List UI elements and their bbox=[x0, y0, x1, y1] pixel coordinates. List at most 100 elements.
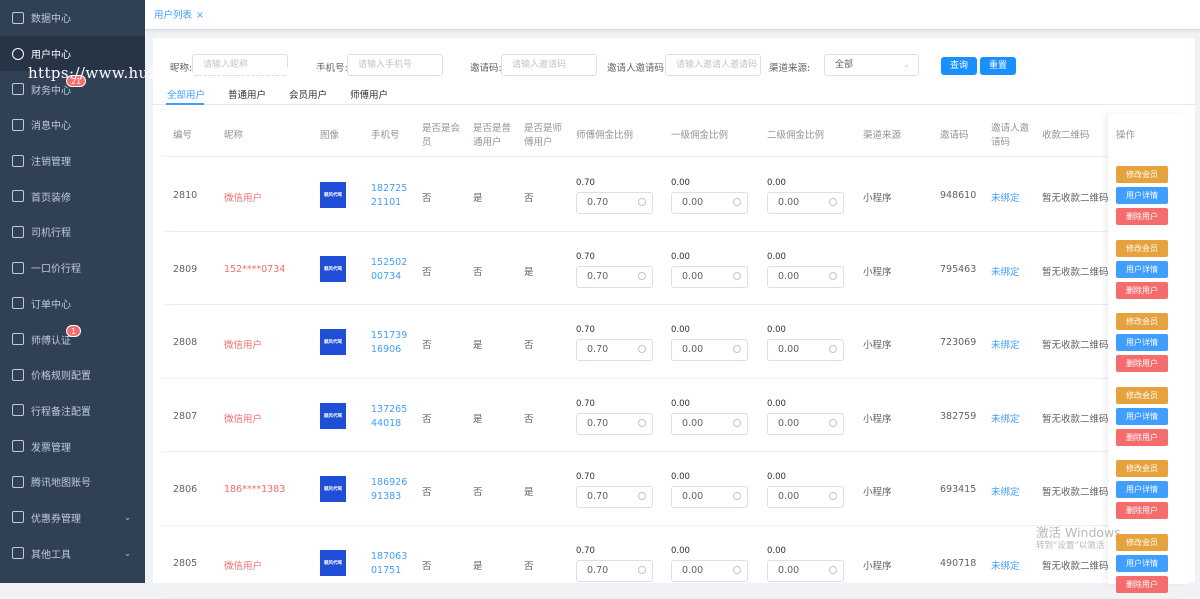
level2-rate-input[interactable]: 0.00 bbox=[767, 266, 844, 288]
col-is-normal: 是否是普通用户 bbox=[473, 114, 515, 157]
chart-icon bbox=[12, 12, 24, 24]
layers-icon bbox=[12, 155, 24, 167]
settings-icon bbox=[12, 369, 24, 381]
sidebar-item[interactable]: 注销管理 bbox=[0, 143, 145, 179]
search-icon bbox=[638, 492, 646, 500]
user-detail-button[interactable]: 用户详情 bbox=[1116, 334, 1168, 351]
level2-rate-input[interactable]: 0.00 bbox=[767, 339, 844, 361]
message-icon bbox=[12, 547, 24, 559]
is-member-value: 否 bbox=[422, 484, 432, 498]
sidebar-item[interactable]: 数据中心 bbox=[0, 0, 145, 36]
sidebar-item-label: 数据中心 bbox=[31, 10, 71, 25]
channel-value: 小程序 bbox=[863, 411, 892, 425]
invite-code-value: 795463 bbox=[940, 264, 976, 275]
tag-user-list[interactable]: 用户列表× bbox=[150, 7, 208, 25]
user-detail-button[interactable]: 用户详情 bbox=[1116, 408, 1168, 425]
sidebar-item[interactable]: 订单中心 bbox=[0, 286, 145, 322]
delete-user-button[interactable]: 删除用户 bbox=[1116, 282, 1168, 299]
edit-member-button[interactable]: 修改会员 bbox=[1116, 387, 1168, 404]
inviter-code-value[interactable]: 未绑定 bbox=[991, 558, 1020, 572]
inviter-code-value[interactable]: 未绑定 bbox=[991, 411, 1020, 425]
inviter-code-value[interactable]: 未绑定 bbox=[991, 337, 1020, 351]
delete-user-button[interactable]: 删除用户 bbox=[1116, 576, 1168, 593]
driver-rate-input[interactable]: 0.70 bbox=[576, 560, 653, 582]
invite-code-input[interactable]: 请输入邀请码 bbox=[501, 54, 597, 76]
tab-normal-users[interactable]: 普通用户 bbox=[228, 87, 266, 101]
level2-rate-input[interactable]: 0.00 bbox=[767, 192, 844, 214]
inviter-code-value[interactable]: 未绑定 bbox=[991, 264, 1020, 278]
sidebar-item[interactable]: 司机行程 bbox=[0, 214, 145, 250]
user-phone[interactable]: 18706301751 bbox=[371, 550, 411, 578]
sidebar-item[interactable]: 腾讯地图账号 bbox=[0, 464, 145, 500]
inviter-code-value[interactable]: 未绑定 bbox=[991, 484, 1020, 498]
edit-member-button[interactable]: 修改会员 bbox=[1116, 240, 1168, 257]
driver-rate-value: 0.70 bbox=[576, 399, 595, 409]
delete-user-button[interactable]: 删除用户 bbox=[1116, 355, 1168, 372]
user-detail-button[interactable]: 用户详情 bbox=[1116, 555, 1168, 572]
level1-rate-input[interactable]: 0.00 bbox=[671, 413, 748, 435]
sidebar: 数据中心用户中心财务中心21消息中心注销管理首页装修司机行程一口价行程订单中心师… bbox=[0, 0, 145, 583]
level2-rate-input[interactable]: 0.00 bbox=[767, 486, 844, 508]
user-detail-button[interactable]: 用户详情 bbox=[1116, 261, 1168, 278]
edit-member-button[interactable]: 修改会员 bbox=[1116, 460, 1168, 477]
tab-driver-users[interactable]: 师傅用户 bbox=[350, 87, 388, 101]
col-driver-rate: 师傅佣金比例 bbox=[576, 114, 633, 157]
driver-rate-input[interactable]: 0.70 bbox=[576, 339, 653, 361]
edit-member-button[interactable]: 修改会员 bbox=[1116, 313, 1168, 330]
search-icon bbox=[733, 566, 741, 574]
level1-rate-input[interactable]: 0.00 bbox=[671, 266, 748, 288]
sidebar-item[interactable]: 行程备注配置 bbox=[0, 393, 145, 429]
delete-user-button[interactable]: 删除用户 bbox=[1116, 502, 1168, 519]
user-phone[interactable]: 15250200734 bbox=[371, 256, 411, 284]
delete-user-button[interactable]: 删除用户 bbox=[1116, 208, 1168, 225]
is-normal-value: 是 bbox=[473, 190, 483, 204]
driver-rate-input[interactable]: 0.70 bbox=[576, 413, 653, 435]
level1-rate-input[interactable]: 0.00 bbox=[671, 192, 748, 214]
edit-member-button[interactable]: 修改会员 bbox=[1116, 534, 1168, 551]
user-nickname: 微信用户 bbox=[224, 411, 262, 425]
close-icon[interactable]: × bbox=[196, 10, 204, 21]
sidebar-item[interactable]: 其他工具⌄ bbox=[0, 535, 145, 571]
sidebar-item[interactable]: 师傅认证1 bbox=[0, 321, 145, 357]
user-nickname: 186****1383 bbox=[224, 484, 285, 495]
level2-rate-input[interactable]: 0.00 bbox=[767, 560, 844, 582]
delete-user-button[interactable]: 删除用户 bbox=[1116, 429, 1168, 446]
edit-member-button[interactable]: 修改会员 bbox=[1116, 166, 1168, 183]
rate-input-value: 0.70 bbox=[587, 344, 608, 355]
level1-rate-input[interactable]: 0.00 bbox=[671, 339, 748, 361]
driver-rate-input[interactable]: 0.70 bbox=[576, 192, 653, 214]
sidebar-item[interactable]: 首页装修 bbox=[0, 178, 145, 214]
chevron-down-icon: ⌄ bbox=[903, 55, 910, 75]
channel-value: 小程序 bbox=[863, 484, 892, 498]
driver-rate-input[interactable]: 0.70 bbox=[576, 486, 653, 508]
tab-all-users[interactable]: 全部用户 bbox=[167, 87, 205, 101]
sidebar-item[interactable]: 一口价行程 bbox=[0, 250, 145, 286]
user-phone[interactable]: 18272521101 bbox=[371, 182, 411, 210]
sidebar-item[interactable]: 消息中心 bbox=[0, 107, 145, 143]
windows-activation-subtitle: 转到“设置”以激活 bbox=[1036, 539, 1104, 551]
search-button[interactable]: 查询 bbox=[941, 57, 977, 75]
user-detail-button[interactable]: 用户详情 bbox=[1116, 481, 1168, 498]
user-detail-button[interactable]: 用户详情 bbox=[1116, 187, 1168, 204]
sidebar-item[interactable]: 发票管理 bbox=[0, 428, 145, 464]
level2-rate-input[interactable]: 0.00 bbox=[767, 413, 844, 435]
phone-input[interactable]: 请输入手机号 bbox=[347, 54, 443, 76]
sidebar-item[interactable]: 优惠券管理⌄ bbox=[0, 500, 145, 536]
inviter-code-value[interactable]: 未绑定 bbox=[991, 190, 1020, 204]
level1-rate-input[interactable]: 0.00 bbox=[671, 560, 748, 582]
channel-select-value: 全部 bbox=[835, 60, 853, 70]
user-phone[interactable]: 13726544018 bbox=[371, 403, 411, 431]
user-phone[interactable]: 18692691383 bbox=[371, 476, 411, 504]
tab-member-users[interactable]: 会员用户 bbox=[289, 87, 327, 101]
reset-button[interactable]: 重置 bbox=[980, 57, 1016, 75]
table-row: 2806186****1383顺风代驾18692691383否否是0.700.7… bbox=[163, 452, 1183, 526]
sidebar-item[interactable]: 价格规则配置 bbox=[0, 357, 145, 393]
is-driver-value: 是 bbox=[524, 484, 534, 498]
user-phone[interactable]: 15173916906 bbox=[371, 329, 411, 357]
inviter-code-input[interactable]: 请输入邀请人邀请码 bbox=[665, 54, 761, 76]
search-icon bbox=[733, 419, 741, 427]
level1-rate-input[interactable]: 0.00 bbox=[671, 486, 748, 508]
driver-rate-input[interactable]: 0.70 bbox=[576, 266, 653, 288]
channel-select[interactable]: 全部 ⌄ bbox=[824, 54, 919, 76]
sidebar-item-label: 行程备注配置 bbox=[31, 403, 91, 418]
